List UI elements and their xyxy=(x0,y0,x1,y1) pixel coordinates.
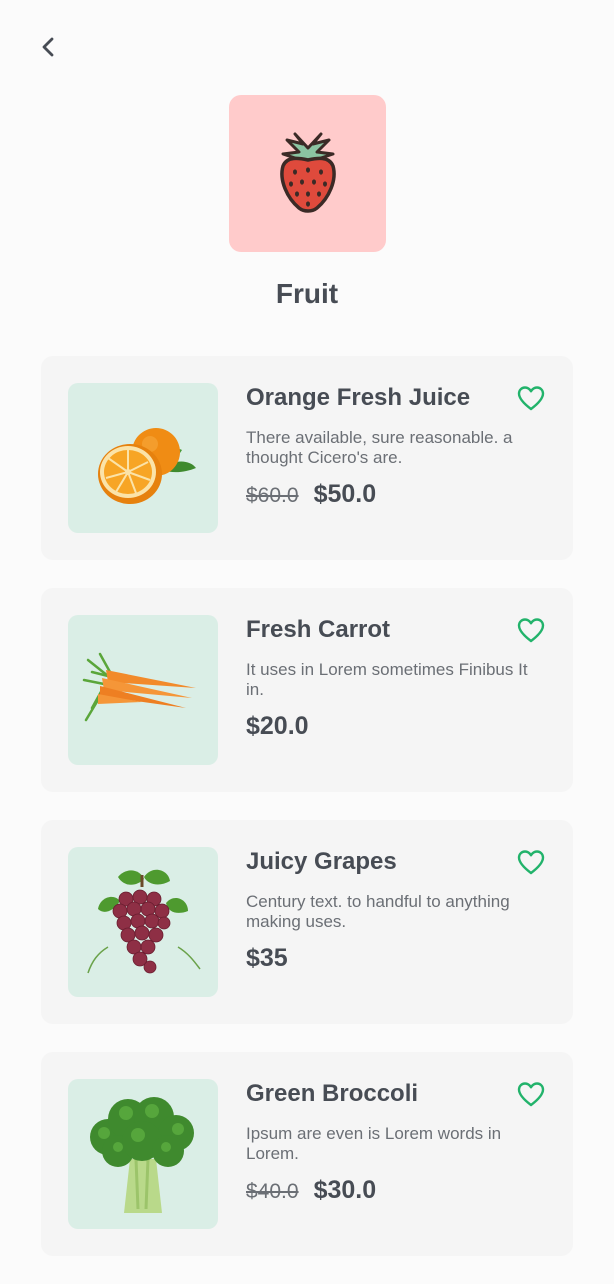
product-image-carrot xyxy=(68,615,218,765)
product-description: It uses in Lorem sometimes Finibus It in… xyxy=(246,660,528,699)
price-row: $60.0 $50.0 xyxy=(246,480,376,509)
category-image xyxy=(229,95,386,252)
current-price: $50.0 xyxy=(313,480,377,508)
current-price: $35 xyxy=(246,944,288,972)
product-list: Orange Fresh Juice There available, sure… xyxy=(41,356,573,1284)
heart-outline-icon xyxy=(517,1082,545,1107)
price-row: $40.0 $30.0 xyxy=(246,1176,376,1205)
current-price: $30.0 xyxy=(313,1176,377,1204)
favorite-button[interactable] xyxy=(517,1080,545,1108)
product-description: Century text. to handful to anything mak… xyxy=(246,892,510,931)
product-description: Ipsum are even is Lorem words in Lorem. xyxy=(246,1124,502,1163)
product-card[interactable]: Orange Fresh Juice There available, sure… xyxy=(41,356,573,560)
product-name: Juicy Grapes xyxy=(246,848,397,875)
page-title: Fruit xyxy=(275,278,339,309)
heart-outline-icon xyxy=(517,850,545,875)
product-description: There available, sure reasonable. a thou… xyxy=(246,428,513,467)
heart-outline-icon xyxy=(517,618,545,643)
favorite-button[interactable] xyxy=(517,384,545,412)
strawberry-icon xyxy=(279,132,336,213)
current-price: $20.0 xyxy=(246,712,309,740)
product-name: Orange Fresh Juice xyxy=(246,384,471,411)
old-price: $40.0 xyxy=(246,1180,299,1203)
old-price: $60.0 xyxy=(246,484,299,507)
product-card[interactable]: Fresh Carrot It uses in Lorem sometimes … xyxy=(41,588,573,792)
product-card[interactable]: Juicy Grapes Century text. to handful to… xyxy=(41,820,573,1024)
chevron-left-icon xyxy=(42,37,54,57)
price-row: $35 xyxy=(246,944,288,973)
favorite-button[interactable] xyxy=(517,616,545,644)
product-image-broccoli xyxy=(68,1079,218,1229)
heart-outline-icon xyxy=(517,386,545,411)
product-image-orange xyxy=(68,383,218,533)
product-name: Fresh Carrot xyxy=(246,616,391,643)
product-card[interactable]: Green Broccoli Ipsum are even is Lorem w… xyxy=(41,1052,573,1256)
favorite-button[interactable] xyxy=(517,848,545,876)
product-name: Green Broccoli xyxy=(246,1080,419,1107)
price-row: $20.0 xyxy=(246,712,309,741)
product-image-grapes xyxy=(68,847,218,997)
back-button[interactable] xyxy=(33,32,63,62)
